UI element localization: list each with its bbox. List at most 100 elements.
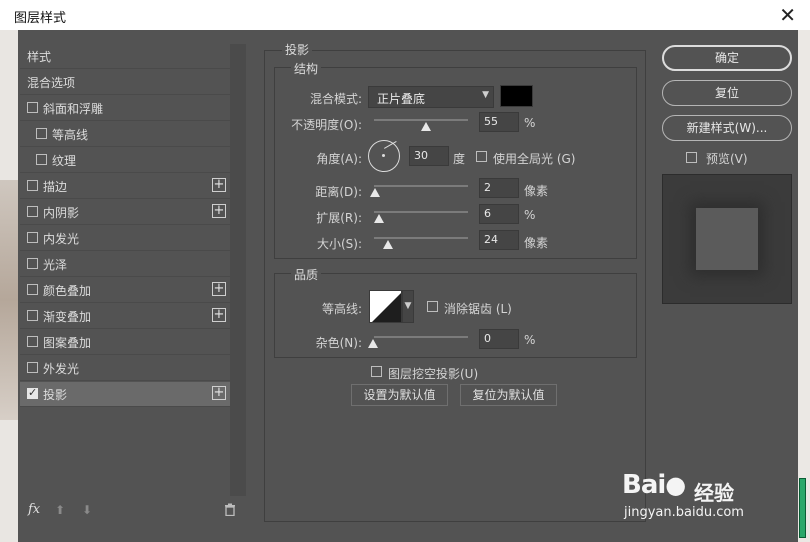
style-item-label: 图案叠加: [43, 336, 92, 350]
background-photo-edge: [0, 30, 18, 542]
style-checkbox[interactable]: [27, 362, 38, 373]
spread-slider-thumb[interactable]: [374, 214, 384, 223]
style-item[interactable]: 内发光: [20, 226, 230, 251]
style-checkbox[interactable]: [27, 102, 38, 113]
chevron-down-icon[interactable]: ▼: [402, 290, 414, 323]
style-checkbox[interactable]: [36, 128, 47, 139]
style-item[interactable]: 外发光: [20, 356, 230, 381]
make-default-button[interactable]: 设置为默认值: [351, 384, 448, 406]
opacity-slider-track[interactable]: [374, 119, 468, 121]
paw-icon: ●: [665, 471, 686, 499]
style-item[interactable]: 斜面和浮雕: [20, 96, 230, 121]
style-checkbox[interactable]: [27, 206, 38, 217]
style-checkbox[interactable]: [36, 154, 47, 165]
close-icon[interactable]: ✕: [779, 3, 796, 27]
blend-mode-label: 混合模式:: [309, 92, 362, 106]
style-item[interactable]: 混合选项: [20, 70, 230, 95]
style-checkbox[interactable]: [27, 310, 38, 321]
spread-slider-track[interactable]: [374, 211, 468, 213]
opacity-input[interactable]: 55: [479, 112, 519, 132]
style-checkbox[interactable]: [27, 336, 38, 347]
contour-label: 等高线:: [321, 302, 362, 316]
move-up-icon[interactable]: ⬆: [55, 503, 65, 517]
noise-input[interactable]: 0: [479, 329, 519, 349]
shadow-color-swatch[interactable]: [500, 85, 533, 107]
style-checkbox[interactable]: [27, 258, 38, 269]
style-item-label: 外发光: [43, 362, 80, 376]
watermark-logo-text: Bai●: [622, 470, 686, 500]
style-checkbox[interactable]: [27, 284, 38, 295]
style-item-label: 渐变叠加: [43, 310, 92, 324]
distance-unit: 像素: [524, 184, 549, 198]
size-input[interactable]: 24: [479, 230, 519, 250]
move-down-icon[interactable]: ⬇: [82, 503, 92, 517]
style-item[interactable]: 投影 +: [20, 382, 230, 407]
style-checkbox[interactable]: [27, 180, 38, 191]
style-item-label: 光泽: [43, 258, 68, 272]
noise-slider-thumb[interactable]: [368, 339, 378, 348]
size-slider-thumb[interactable]: [383, 240, 393, 249]
knockout-checkbox[interactable]: [371, 366, 382, 377]
new-style-button[interactable]: 新建样式(W)...: [662, 115, 792, 141]
style-item[interactable]: 等高线: [20, 122, 230, 147]
reset-default-button[interactable]: 复位为默认值: [460, 384, 557, 406]
contour-preview[interactable]: [369, 290, 402, 323]
style-item-label: 内阴影: [43, 206, 80, 220]
styles-scrollbar[interactable]: [230, 44, 246, 496]
antialias-checkbox[interactable]: [427, 301, 438, 312]
chevron-down-icon: ▼: [482, 90, 489, 100]
style-checkbox[interactable]: [27, 232, 38, 243]
opacity-slider-thumb[interactable]: [421, 122, 431, 131]
preview-checkbox[interactable]: [686, 152, 697, 163]
angle-input[interactable]: 30: [409, 146, 449, 166]
style-item[interactable]: 渐变叠加 +: [20, 304, 230, 329]
structure-title: 结构: [291, 60, 322, 77]
style-item-label: 混合选项: [27, 76, 76, 90]
preview-label: 预览(V): [706, 152, 748, 166]
style-item-label: 内发光: [43, 232, 80, 246]
style-item[interactable]: 内阴影 +: [20, 200, 230, 225]
knockout-label: 图层挖空投影(U): [388, 367, 479, 381]
style-item-label: 斜面和浮雕: [43, 102, 104, 116]
spread-unit: %: [524, 208, 536, 222]
style-item-label: 纹理: [52, 154, 77, 168]
style-item-label: 描边: [43, 180, 68, 194]
watermark-bai: Bai: [622, 470, 666, 500]
add-instance-icon[interactable]: +: [212, 282, 226, 296]
trash-icon[interactable]: [224, 503, 236, 519]
style-item-label: 等高线: [52, 128, 89, 142]
add-instance-icon[interactable]: +: [212, 204, 226, 218]
add-instance-icon[interactable]: +: [212, 308, 226, 322]
styles-list: 样式 混合选项斜面和浮雕等高线纹理描边 + 内阴影 + 内发光光泽颜色叠加 + 渐变叠加 + 图…: [20, 44, 230, 496]
distance-slider-track[interactable]: [374, 185, 468, 187]
style-item[interactable]: 纹理: [20, 148, 230, 173]
style-item[interactable]: 描边 +: [20, 174, 230, 199]
style-item-label: 颜色叠加: [43, 284, 92, 298]
global-light-checkbox[interactable]: [476, 151, 487, 162]
spread-input[interactable]: 6: [479, 204, 519, 224]
blend-mode-select[interactable]: 正片叠底 ▼: [368, 86, 494, 108]
distance-label: 距离(D):: [315, 185, 362, 199]
angle-label: 角度(A):: [316, 152, 362, 166]
size-slider-track[interactable]: [374, 237, 468, 239]
ok-button[interactable]: 确定: [662, 45, 792, 71]
add-instance-icon[interactable]: +: [212, 386, 226, 400]
style-checkbox[interactable]: [27, 386, 38, 399]
add-instance-icon[interactable]: +: [212, 178, 226, 192]
noise-label: 杂色(N):: [315, 336, 362, 350]
style-item-label: 投影: [43, 388, 68, 402]
scroll-indicator: [799, 478, 806, 538]
section-title: 投影: [282, 41, 313, 58]
fx-icon[interactable]: fx: [28, 502, 40, 517]
style-item[interactable]: 光泽: [20, 252, 230, 277]
blend-mode-value: 正片叠底: [377, 92, 426, 106]
styles-header[interactable]: 样式: [20, 44, 230, 69]
style-item[interactable]: 颜色叠加 +: [20, 278, 230, 303]
distance-input[interactable]: 2: [479, 178, 519, 198]
noise-slider-track[interactable]: [374, 336, 468, 338]
distance-slider-thumb[interactable]: [370, 188, 380, 197]
style-item[interactable]: 图案叠加: [20, 330, 230, 355]
size-label: 大小(S):: [316, 237, 362, 251]
opacity-label: 不透明度(O):: [291, 118, 362, 132]
reset-button[interactable]: 复位: [662, 80, 792, 106]
